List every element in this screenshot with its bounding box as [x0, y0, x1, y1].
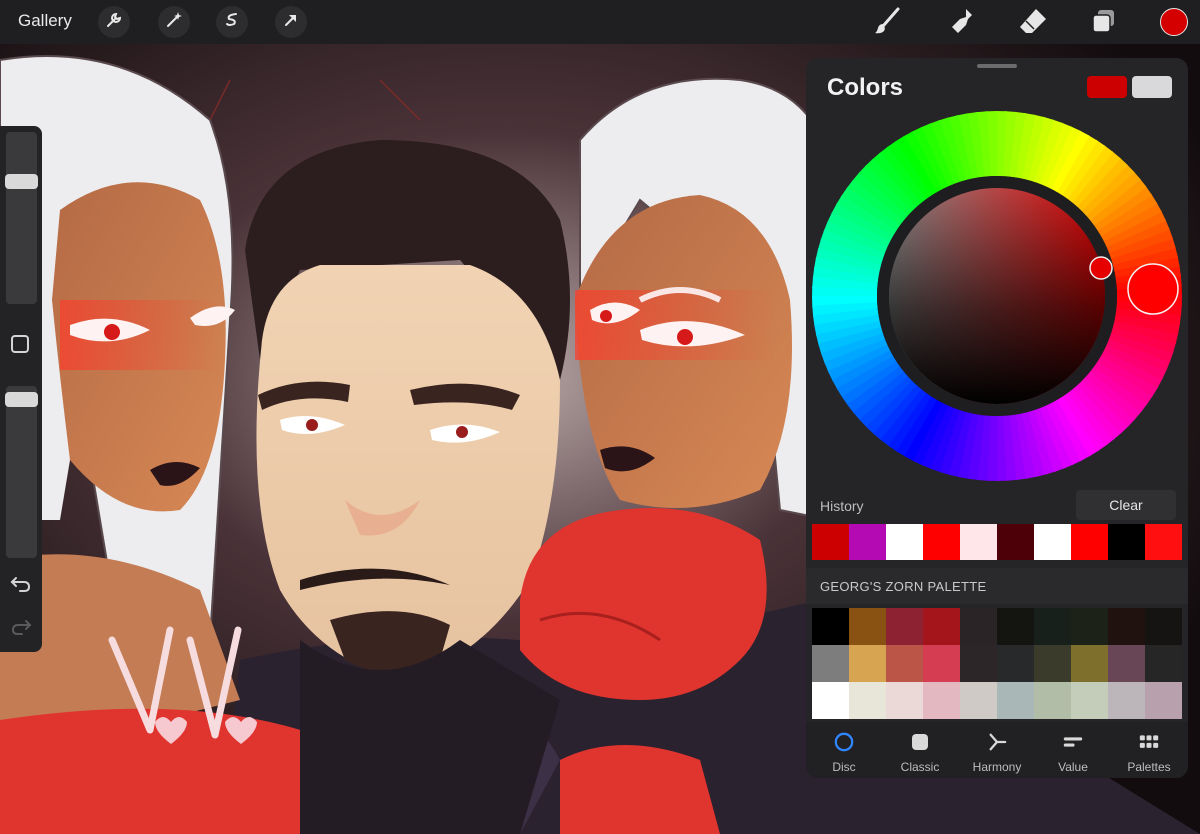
eraser-button[interactable] [1016, 6, 1050, 40]
history-swatch[interactable] [997, 524, 1034, 560]
palette-name: GEORG'S ZORN PALETTE [820, 579, 987, 594]
history-swatch[interactable] [1034, 524, 1071, 560]
tab-value[interactable]: Value [1038, 722, 1108, 778]
harmony-icon [987, 732, 1007, 752]
palette-swatch[interactable] [923, 645, 960, 682]
current-color-button[interactable] [1160, 8, 1188, 36]
palette-swatch[interactable] [997, 608, 1034, 645]
panel-title: Colors [827, 74, 904, 101]
color-disc-graphic[interactable] [812, 108, 1182, 484]
classic-square-icon [910, 732, 930, 752]
tab-palettes[interactable]: Palettes [1114, 722, 1184, 778]
palette-swatch[interactable] [997, 645, 1034, 682]
layers-button[interactable] [1087, 6, 1121, 40]
brush-button[interactable] [870, 6, 904, 40]
tab-disc[interactable]: Disc [809, 722, 879, 778]
redo-icon[interactable] [10, 616, 32, 641]
transform-arrow-icon [282, 11, 300, 34]
tab-label: Palettes [1127, 760, 1171, 774]
layers-icon [1090, 7, 1118, 40]
palettes-grid-icon [1139, 732, 1159, 752]
history-swatches [812, 524, 1182, 560]
brush-size-knob[interactable] [5, 174, 38, 190]
palette-swatch[interactable] [1108, 645, 1145, 682]
disc-icon [834, 732, 854, 752]
secondary-color-swatch[interactable] [1132, 76, 1172, 98]
opacity-slider[interactable] [5, 386, 38, 558]
palette-swatch[interactable] [849, 645, 886, 682]
tab-label: Disc [832, 760, 856, 774]
undo-icon[interactable] [10, 573, 32, 598]
hue-handle[interactable] [1127, 263, 1179, 315]
palette-swatch[interactable] [812, 682, 849, 719]
actions-button[interactable] [98, 6, 130, 38]
selection-button[interactable] [216, 6, 248, 38]
opacity-knob[interactable] [5, 392, 38, 408]
wrench-icon [105, 11, 123, 34]
brush-size-slider[interactable] [5, 132, 38, 304]
palette-swatch[interactable] [960, 645, 997, 682]
palette-swatch[interactable] [1034, 608, 1071, 645]
palette-swatch[interactable] [812, 608, 849, 645]
palette-swatch[interactable] [1071, 682, 1108, 719]
palette-swatch[interactable] [849, 682, 886, 719]
transform-button[interactable] [275, 6, 307, 38]
history-swatch[interactable] [886, 524, 923, 560]
palette-grid [812, 608, 1182, 719]
selection-icon [223, 11, 241, 34]
history-swatch[interactable] [1108, 524, 1145, 560]
palette-swatch[interactable] [1034, 645, 1071, 682]
smudge-button[interactable] [944, 6, 978, 40]
left-sidebar [0, 126, 42, 652]
history-swatch[interactable] [849, 524, 886, 560]
palette-swatch[interactable] [923, 682, 960, 719]
primary-color-swatch[interactable] [1087, 76, 1127, 98]
panel-grabber[interactable] [977, 64, 1017, 68]
color-disc[interactable] [812, 108, 1182, 489]
palette-swatch[interactable] [997, 682, 1034, 719]
colors-tab-bar: Disc Classic Harmony Value Palettes [806, 722, 1188, 778]
palette-swatch[interactable] [1071, 608, 1108, 645]
top-toolbar: Gallery [0, 0, 1200, 44]
saturation-value-handle[interactable] [1089, 256, 1113, 280]
history-swatch[interactable] [960, 524, 997, 560]
palette-swatch[interactable] [960, 608, 997, 645]
palette-swatch[interactable] [1108, 682, 1145, 719]
tab-classic[interactable]: Classic [885, 722, 955, 778]
palette-swatch[interactable] [886, 682, 923, 719]
palette-swatch[interactable] [1145, 645, 1182, 682]
palette-swatch[interactable] [812, 645, 849, 682]
history-swatch[interactable] [923, 524, 960, 560]
history-swatch[interactable] [812, 524, 849, 560]
palette-swatch[interactable] [1108, 608, 1145, 645]
palette-swatch[interactable] [1145, 682, 1182, 719]
tab-label: Value [1058, 760, 1088, 774]
tab-label: Harmony [972, 760, 1022, 774]
smudge-icon [946, 6, 976, 41]
saturation-value-disc[interactable] [889, 188, 1105, 404]
palette-swatch[interactable] [886, 608, 923, 645]
tab-label: Classic [900, 760, 940, 774]
palette-swatch[interactable] [1145, 608, 1182, 645]
brush-icon [872, 6, 902, 41]
clear-history-button[interactable]: Clear [1076, 490, 1176, 520]
palette-swatch[interactable] [849, 608, 886, 645]
adjustments-button[interactable] [158, 6, 190, 38]
magic-wand-icon [165, 11, 183, 34]
square-modify-icon[interactable] [11, 335, 29, 353]
palette-swatch[interactable] [923, 608, 960, 645]
gallery-button[interactable]: Gallery [18, 11, 72, 31]
value-sliders-icon [1063, 732, 1083, 752]
history-swatch[interactable] [1071, 524, 1108, 560]
tab-harmony[interactable]: Harmony [962, 722, 1032, 778]
palette-swatch[interactable] [1071, 645, 1108, 682]
palette-swatch[interactable] [1034, 682, 1071, 719]
palette-header: GEORG'S ZORN PALETTE [806, 568, 1188, 604]
history-swatch[interactable] [1145, 524, 1182, 560]
history-label: History [820, 498, 864, 514]
colors-panel: Colors History Clear GEORG'S ZORN PALETT… [806, 58, 1188, 778]
palette-swatch[interactable] [960, 682, 997, 719]
palette-swatch[interactable] [886, 645, 923, 682]
eraser-icon [1018, 6, 1048, 41]
